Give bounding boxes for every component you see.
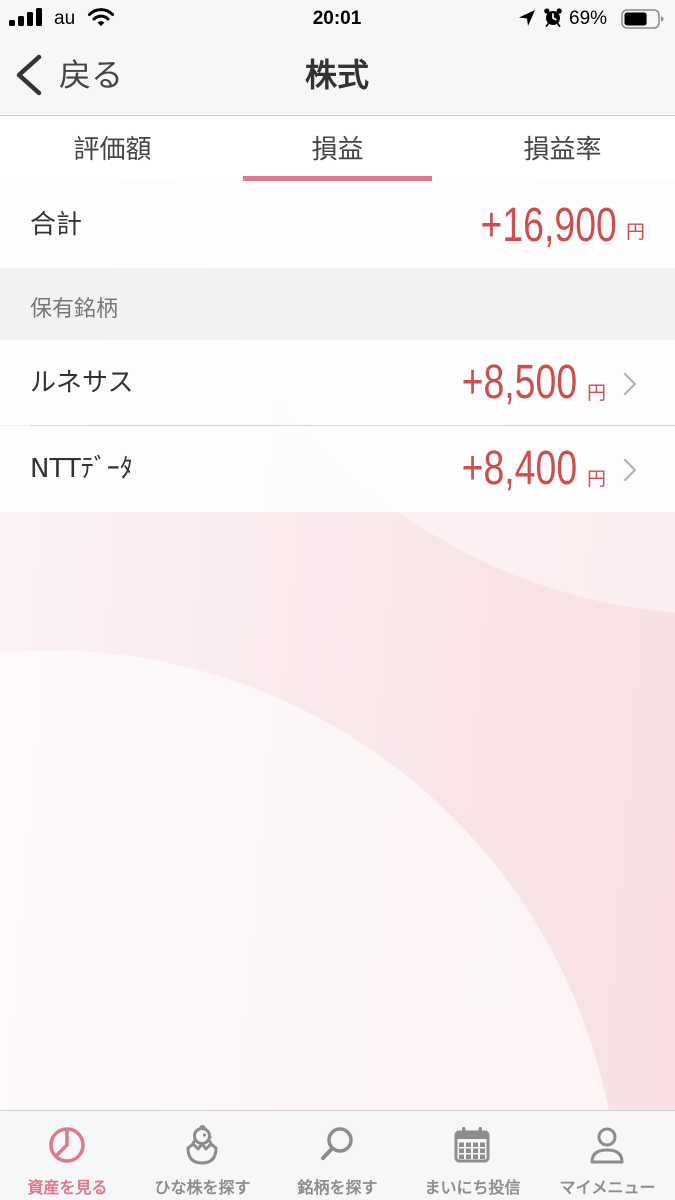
view-tabs: 評価額 損益 損益率 bbox=[0, 116, 675, 181]
search-icon bbox=[321, 1127, 353, 1160]
back-button[interactable]: 戻る bbox=[0, 45, 150, 107]
chevron-left-icon bbox=[16, 54, 42, 96]
back-label: 戻る bbox=[59, 56, 124, 94]
tab-profit-loss-rate[interactable]: 損益率 bbox=[450, 116, 675, 181]
pie-chart-icon bbox=[49, 1127, 85, 1163]
person-icon bbox=[590, 1127, 624, 1164]
tabbar-label: まいにち投信 bbox=[424, 1178, 521, 1197]
tabbar-label: 資産を見る bbox=[27, 1178, 108, 1197]
tabbar-item-hina-stocks[interactable]: ひな株を探す bbox=[135, 1111, 270, 1200]
stock-name: ルネサス bbox=[30, 368, 134, 398]
hatching-chick-icon bbox=[186, 1124, 218, 1165]
chevron-right-icon bbox=[623, 458, 637, 482]
tab-label: 評価額 bbox=[73, 135, 152, 165]
tab-profit-loss[interactable]: 損益 bbox=[225, 116, 450, 181]
tabbar-item-my-menu[interactable]: マイメニュー bbox=[540, 1111, 675, 1200]
bottom-tab-bar: 資産を見る ひな株を探す 銘柄を探す まいにち投信 マイメニュー bbox=[0, 1110, 675, 1200]
stock-name: NTTﾃﾞｰﾀ bbox=[30, 454, 133, 484]
tabbar-label: 銘柄を探す bbox=[297, 1178, 378, 1197]
tabbar-item-search-stocks[interactable]: 銘柄を探す bbox=[270, 1111, 405, 1200]
tabbar-label: ひな株を探す bbox=[154, 1178, 251, 1197]
holding-row[interactable]: ルネサス +8,500 円 bbox=[0, 340, 675, 425]
section-header: 保有銘柄 bbox=[0, 268, 675, 340]
carrier-label: au bbox=[54, 8, 76, 29]
header: au 20:01 69% 戻る 株式 bbox=[0, 0, 675, 116]
signal-icon bbox=[9, 8, 42, 26]
tabbar-item-assets[interactable]: 資産を見る bbox=[0, 1111, 135, 1200]
battery-icon bbox=[621, 9, 664, 29]
currency-unit: 円 bbox=[626, 221, 646, 243]
tabbar-item-daily-funds[interactable]: まいにち投信 bbox=[405, 1111, 540, 1200]
page-title: 株式 bbox=[304, 56, 369, 94]
tab-valuation[interactable]: 評価額 bbox=[0, 116, 225, 181]
currency-unit: 円 bbox=[587, 382, 607, 404]
holding-row[interactable]: NTTﾃﾞｰﾀ +8,400 円 bbox=[0, 426, 675, 512]
clock-time: 20:01 bbox=[312, 8, 362, 29]
total-row: 合計 +16,900 円 bbox=[0, 181, 675, 268]
calendar-icon bbox=[454, 1127, 490, 1163]
tab-label: 損益 bbox=[311, 135, 364, 165]
location-arrow-icon bbox=[519, 10, 535, 26]
tabbar-label: マイメニュー bbox=[559, 1178, 656, 1197]
tab-label: 損益率 bbox=[523, 135, 602, 165]
total-value: +16,900 bbox=[480, 199, 617, 252]
alarm-icon bbox=[544, 8, 562, 27]
total-label: 合計 bbox=[30, 210, 83, 240]
stock-profit-value: +8,400 bbox=[461, 442, 577, 495]
wifi-icon bbox=[88, 8, 114, 26]
chevron-right-icon bbox=[623, 372, 637, 396]
currency-unit: 円 bbox=[587, 468, 607, 490]
screen: au 20:01 69% 戻る 株式 評価額 損益 損益率 合計 +16,900… bbox=[0, 0, 675, 1200]
battery-percent: 69% bbox=[569, 8, 608, 29]
section-title: 保有銘柄 bbox=[30, 297, 119, 322]
battery-fill bbox=[624, 12, 647, 26]
stock-profit-value: +8,500 bbox=[461, 356, 577, 409]
